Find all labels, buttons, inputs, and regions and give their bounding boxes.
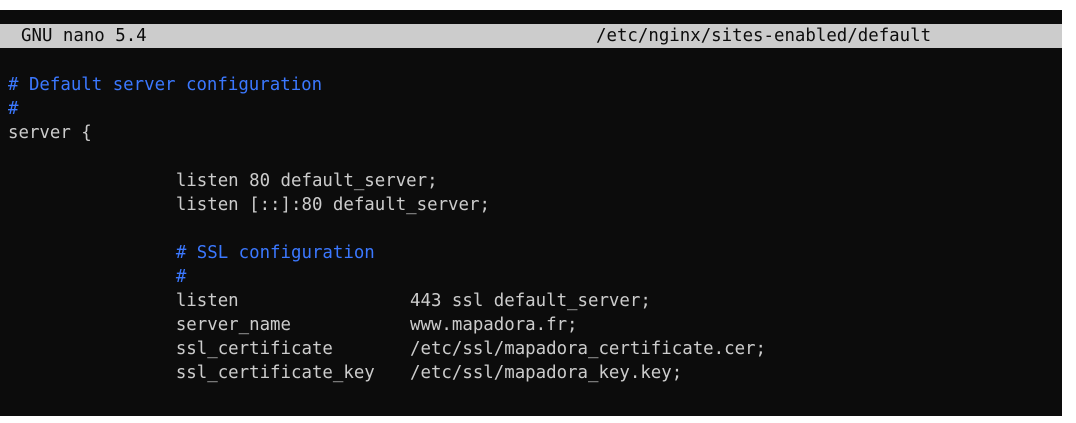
code-line-ssl-certificate-key: ssl_certificate_key/etc/ssl/mapadora_key… <box>8 337 1062 383</box>
code-line-ssl-comment: # SSL configuration <box>8 217 1062 263</box>
directive-key: ssl_certificate_key <box>175 363 375 383</box>
directive-value: /etc/ssl/mapadora_key.key; <box>410 363 683 383</box>
editor-buffer[interactable]: # Default server configuration # server … <box>8 73 1062 383</box>
code-line-ssl-certificate: ssl_certificate/etc/ssl/mapadora_certifi… <box>8 313 1062 359</box>
code-text: # SSL configuration <box>175 243 375 263</box>
nano-title-bar: GNU nano 5.4 /etc/nginx/sites-enabled/de… <box>0 24 1062 48</box>
file-path: /etc/nginx/sites-enabled/default <box>596 26 932 46</box>
code-text: listen 80 default_server; <box>175 171 438 191</box>
code-line-listen: listen 80 default_server; <box>8 145 1062 191</box>
code-line-listen-ssl: listen 443 ssl default_server; <box>8 265 1062 311</box>
terminal-window[interactable]: GNU nano 5.4 /etc/nginx/sites-enabled/de… <box>0 10 1062 416</box>
code-line-comment: # <box>8 99 19 119</box>
code-line-comment: # Default server configuration <box>8 75 323 95</box>
nano-app-title: GNU nano 5.4 <box>21 26 147 46</box>
code-text: listen [::]:80 default_server; <box>175 195 490 215</box>
code-line-server-block: server { <box>8 123 92 143</box>
code-line-server-name: server_name www.mapadora.fr; <box>8 289 1062 335</box>
